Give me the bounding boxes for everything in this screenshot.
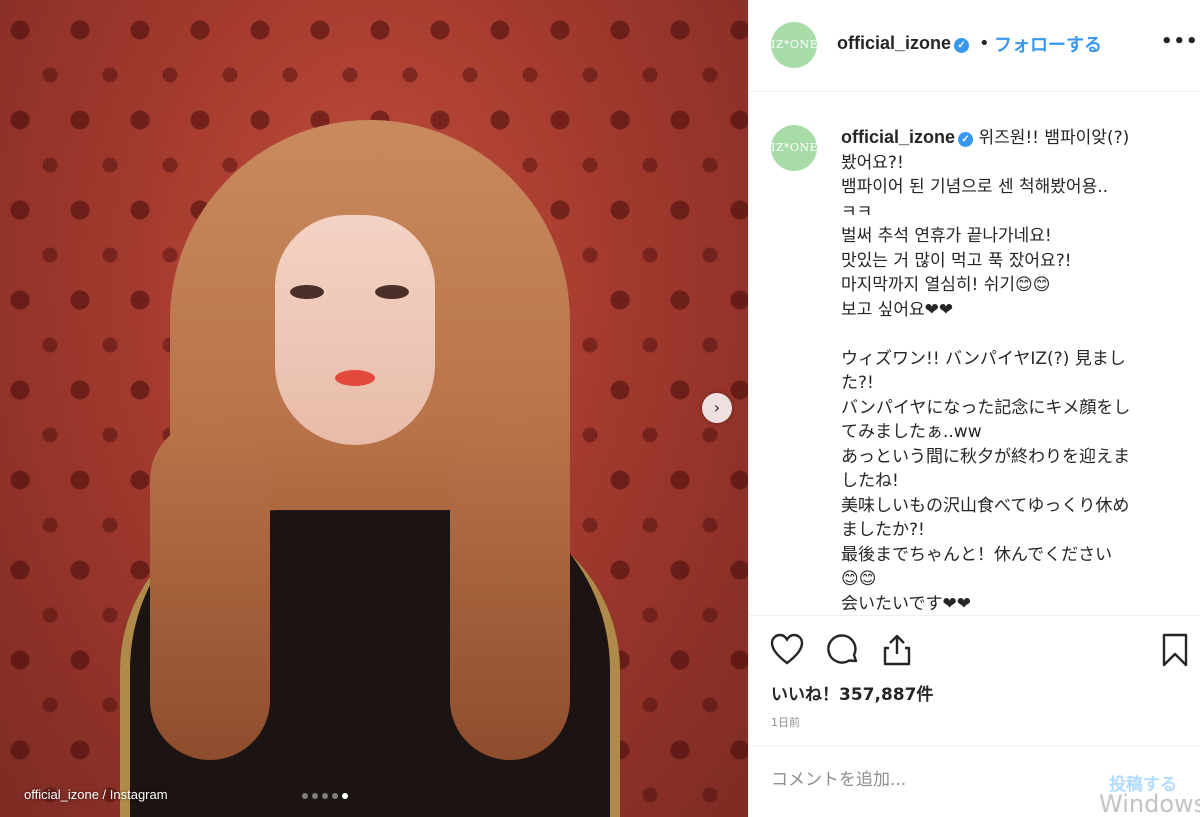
avatar[interactable]: IZ*ONE: [771, 22, 818, 68]
bookmark-icon[interactable]: [1157, 632, 1193, 668]
caption-line: た?!: [841, 373, 874, 393]
comment-bubble-icon[interactable]: [825, 632, 861, 668]
caption-line: てみましたぁ..ww: [841, 422, 982, 442]
caption-line: ましたか?!: [841, 520, 925, 540]
verified-badge-icon: ✓: [954, 38, 970, 53]
carousel-dot: [302, 793, 308, 799]
caption-line: 最後までちゃんと！休んでください: [841, 544, 1113, 565]
caption-line: ウィズワン!! バンパイヤIZ(?) 見まし: [841, 348, 1126, 369]
caption-line: 봤어요?!: [841, 152, 904, 173]
carousel-dot: [322, 793, 328, 799]
post-header: IZ*ONE official_izone ✓ • フォローする •••: [749, 0, 1200, 92]
caption-line: 뱀파이어 된 기념으로 센 척해봤어용..: [841, 177, 1109, 197]
photo-eye-right: [375, 285, 409, 299]
caption-line: 맛있는 거 많이 먹고 푹 잤어요?!: [841, 250, 1072, 271]
caption-username-text[interactable]: official_izone: [841, 127, 955, 147]
photo-eye-left: [290, 285, 324, 299]
comment-composer: 投稿する Windows: [749, 745, 1200, 817]
caption-line: 보고 싶어요❤❤: [841, 299, 954, 320]
likes-count[interactable]: いいね！357,887件: [771, 680, 933, 705]
caption-verified-badge-icon: ✓: [958, 132, 974, 147]
caption-line: したね!: [841, 471, 899, 491]
photo-hair-right: [450, 420, 570, 760]
caption-line: 마지막까지 열심히! 쉬기😊😊: [841, 275, 1051, 295]
post-detail-panel: IZ*ONE official_izone ✓ • フォローする ••• IZ*O…: [748, 0, 1200, 817]
caption-avatar[interactable]: IZ*ONE: [771, 125, 818, 171]
caption-line: 美味しいもの沢山食べてゆっくり休め: [841, 495, 1130, 516]
caption-line: 위즈원!! 뱀파이앚(?): [978, 128, 1130, 148]
caption-line: ㅋㅋ: [841, 201, 873, 222]
share-icon[interactable]: [879, 632, 915, 668]
photo-subject: [110, 120, 630, 817]
post-actions: いいね！357,887件 1日前: [749, 615, 1200, 745]
heart-icon[interactable]: [769, 632, 805, 668]
carousel-indicator: [302, 793, 348, 799]
more-options-icon[interactable]: •••: [1161, 31, 1199, 52]
photo-credit: official_izone / Instagram: [24, 787, 168, 802]
comment-input[interactable]: [771, 770, 1091, 790]
post-caption: official_izone ✓ 위즈원!! 뱀파이앚(?) 봤어요?! 뱀파이어…: [841, 125, 1191, 615]
follow-button[interactable]: フォローする: [994, 31, 1102, 57]
photo-hair-left: [150, 420, 270, 760]
photo-face: [275, 215, 435, 445]
caption-text: 위즈원!! 뱀파이앚(?) 봤어요?! 뱀파이어 된 기념으로 센 척해봤어용.…: [841, 128, 1130, 614]
caption-line: あっという間に秋夕が終わりを迎えま: [841, 446, 1130, 467]
post-photo[interactable]: › official_izone / Instagram: [0, 0, 748, 817]
caption-line: 😊😊: [841, 569, 877, 589]
username-text[interactable]: official_izone: [837, 33, 951, 53]
caption-line: 会いたいです❤❤: [841, 593, 971, 614]
header-username[interactable]: official_izone ✓: [837, 33, 970, 54]
post-timestamp[interactable]: 1日前: [771, 714, 800, 730]
caption-line: 벌써 추석 연휴가 끝나가네요!: [841, 226, 1052, 246]
separator-dot: •: [979, 33, 990, 54]
os-watermark: Windows: [1099, 790, 1200, 817]
photo-lips: [335, 370, 375, 386]
carousel-dot: [312, 793, 318, 799]
carousel-dot: [332, 793, 338, 799]
carousel-dot: [342, 793, 348, 799]
comments-area[interactable]: IZ*ONE official_izone ✓ 위즈원!! 뱀파이앚(?) 봤어요…: [749, 93, 1200, 615]
caption-username[interactable]: official_izone ✓: [841, 127, 974, 147]
carousel-next-button[interactable]: ›: [702, 393, 732, 423]
caption-line: バンパイヤになった記念にキメ顔をし: [841, 397, 1131, 418]
